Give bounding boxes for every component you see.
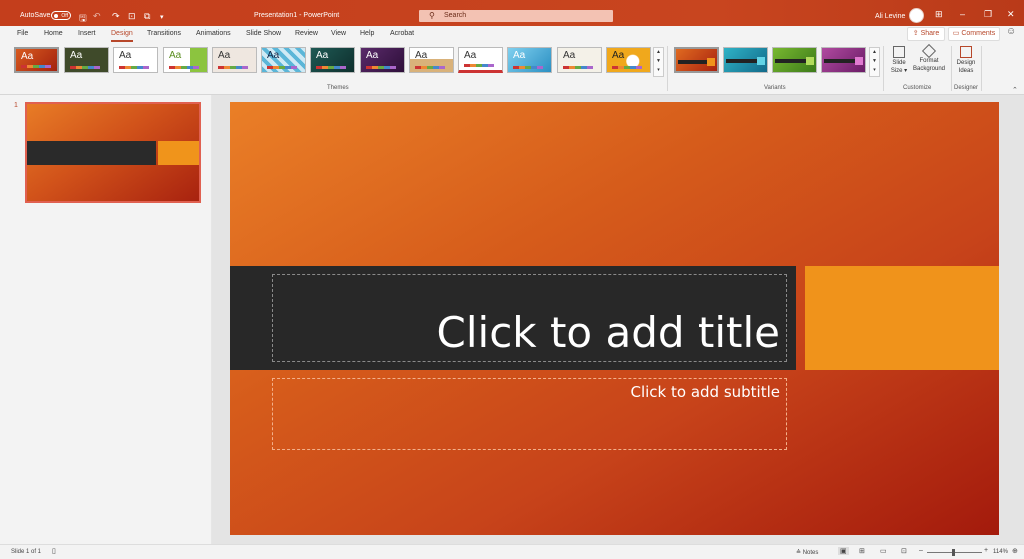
accessibility-icon[interactable]: ▯ xyxy=(52,547,56,555)
tab-animations[interactable]: Animations xyxy=(196,30,231,37)
undo-icon[interactable]: ↶ xyxy=(93,11,101,22)
customize-qat-icon[interactable]: ▾ xyxy=(160,13,164,21)
share-button[interactable]: ⇪ Share xyxy=(907,27,945,41)
variants-group-label: Variants xyxy=(764,85,786,91)
customize-group-label: Customize xyxy=(903,85,932,91)
tab-design[interactable]: Design xyxy=(111,30,133,42)
autosave-toggle[interactable]: Off xyxy=(51,11,71,20)
close-icon[interactable]: ✕ xyxy=(1007,9,1015,20)
tab-transitions[interactable]: Transitions xyxy=(147,30,181,37)
variant-orange[interactable] xyxy=(674,47,719,73)
tab-file[interactable]: File xyxy=(17,30,28,37)
present-icon[interactable]: ⊡ xyxy=(128,11,136,22)
minimize-icon[interactable]: – xyxy=(960,9,965,19)
tab-insert[interactable]: Insert xyxy=(78,30,96,37)
variant-green[interactable] xyxy=(772,47,817,73)
paint-bucket-icon xyxy=(921,43,937,59)
slide-sorter-icon[interactable]: ⊞ xyxy=(859,547,865,555)
subtitle-placeholder-text: Click to add subtitle xyxy=(630,383,780,401)
title-placeholder-text: Click to add title xyxy=(436,308,780,357)
ribbon-display-options-icon[interactable]: ⊞ xyxy=(935,9,943,20)
design-ribbon: Aa Aa Aa Aa Aa Aa Aa Aa Aa Aa Aa Aa Aa ▲… xyxy=(0,42,1024,95)
theme-thumbnail-organic[interactable]: Aa xyxy=(360,47,405,73)
theme-thumbnail-badge[interactable]: Aa xyxy=(606,47,651,73)
user-name[interactable]: Ali Levine xyxy=(875,13,905,20)
slideshow-icon[interactable]: ⊡ xyxy=(901,547,907,555)
fit-to-window-icon[interactable]: ⊕ xyxy=(1012,547,1018,555)
title-placeholder[interactable]: Click to add title xyxy=(272,274,787,362)
status-bar: Slide 1 of 1 ▯ ≙ Notes ▣ ⊞ ▭ ⊡ – + 114% … xyxy=(0,544,1024,559)
theme-thumbnail-facet[interactable]: Aa xyxy=(163,47,208,73)
theme-thumbnail-slice[interactable]: Aa xyxy=(458,47,503,73)
zoom-in-icon[interactable]: + xyxy=(984,547,988,554)
title-bar: AutoSave Off 🖫 ↶ ↷ ⊡ ⧉ ▾ Presentation1 -… xyxy=(0,0,1024,26)
design-ideas-button[interactable]: Design Ideas xyxy=(953,46,979,75)
zoom-slider-thumb[interactable] xyxy=(952,549,955,556)
variants-gallery-scroll[interactable]: ▲ ▼ ▾ xyxy=(869,47,880,77)
avatar[interactable] xyxy=(909,8,924,23)
feedback-smiley-icon[interactable]: ☺ xyxy=(1006,26,1016,37)
designer-group-label: Designer xyxy=(954,85,979,91)
chevron-up-icon[interactable]: ▲ xyxy=(656,49,661,55)
slide-size-icon xyxy=(893,46,905,58)
window-title: Presentation1 - PowerPoint xyxy=(254,12,340,19)
theme-thumbnail-office[interactable]: Aa xyxy=(113,47,158,73)
ribbon-tabs: File Home Insert Design Transitions Anim… xyxy=(0,26,1024,42)
autosave-label: AutoSave xyxy=(20,12,51,19)
theme-thumbnail-retrospect[interactable]: Aa xyxy=(409,47,454,73)
slide-thumbnail[interactable] xyxy=(25,102,201,203)
themes-group-label: Themes xyxy=(327,85,349,91)
collapse-ribbon-icon[interactable]: ⌃ xyxy=(1012,86,1018,94)
zoom-out-icon[interactable]: – xyxy=(919,547,923,554)
chevron-down-icon[interactable]: ▼ xyxy=(656,58,661,64)
variant-purple[interactable] xyxy=(821,47,866,73)
themes-gallery-scroll[interactable]: ▲ ▼ ▾ xyxy=(653,47,664,77)
theme-thumbnail-wisp[interactable]: Aa xyxy=(261,47,306,73)
save-icon[interactable]: 🖫 xyxy=(79,11,87,27)
theme-thumbnail-savon[interactable]: Aa xyxy=(557,47,602,73)
more-icon[interactable]: ▾ xyxy=(873,67,876,73)
tab-acrobat[interactable]: Acrobat xyxy=(390,30,414,37)
normal-view-icon[interactable]: ▣ xyxy=(838,547,849,555)
slide-size-button[interactable]: Slide Size ▾ xyxy=(888,46,910,75)
search-box[interactable]: ⚲ Search xyxy=(419,10,613,22)
subtitle-placeholder[interactable]: Click to add subtitle xyxy=(272,378,787,450)
variant-teal[interactable] xyxy=(723,47,768,73)
reading-view-icon[interactable]: ▭ xyxy=(880,547,887,555)
theme-thumbnail-ion-boardroom[interactable]: Aa xyxy=(310,47,355,73)
more-icon[interactable]: ▾ xyxy=(657,67,660,73)
vertical-scrollbar[interactable] xyxy=(1009,102,1019,535)
tab-help[interactable]: Help xyxy=(360,30,374,37)
search-placeholder: Search xyxy=(444,12,467,19)
theme-thumbnail-integral[interactable]: Aa xyxy=(212,47,257,73)
design-ideas-icon xyxy=(960,46,972,58)
accent-block xyxy=(805,266,999,370)
zoom-level[interactable]: 114% xyxy=(993,549,1008,555)
theme-thumbnail-circuit[interactable]: Aa xyxy=(507,47,552,73)
tab-slide-show[interactable]: Slide Show xyxy=(246,30,281,37)
tab-review[interactable]: Review xyxy=(295,30,318,37)
format-background-button[interactable]: Format Background xyxy=(910,43,948,73)
theme-thumbnail-dark-green[interactable]: Aa xyxy=(64,47,109,73)
theme-thumbnail-ion[interactable]: Aa xyxy=(14,47,59,73)
tab-view[interactable]: View xyxy=(331,30,346,37)
redo-icon[interactable]: ↷ xyxy=(112,11,120,22)
tab-home[interactable]: Home xyxy=(44,30,63,37)
slide-canvas[interactable]: Click to add title Click to add subtitle xyxy=(230,102,999,535)
slide-indicator: Slide 1 of 1 xyxy=(11,549,42,555)
slide-number: 1 xyxy=(14,102,18,109)
chevron-down-icon[interactable]: ▼ xyxy=(872,58,877,64)
chevron-up-icon[interactable]: ▲ xyxy=(872,49,877,55)
touch-mode-icon[interactable]: ⧉ xyxy=(144,11,150,22)
comments-button[interactable]: ▭ Comments xyxy=(948,27,1000,41)
search-icon: ⚲ xyxy=(429,11,435,20)
notes-button[interactable]: ≙ Notes xyxy=(796,549,818,556)
restore-icon[interactable]: ❐ xyxy=(984,9,992,20)
